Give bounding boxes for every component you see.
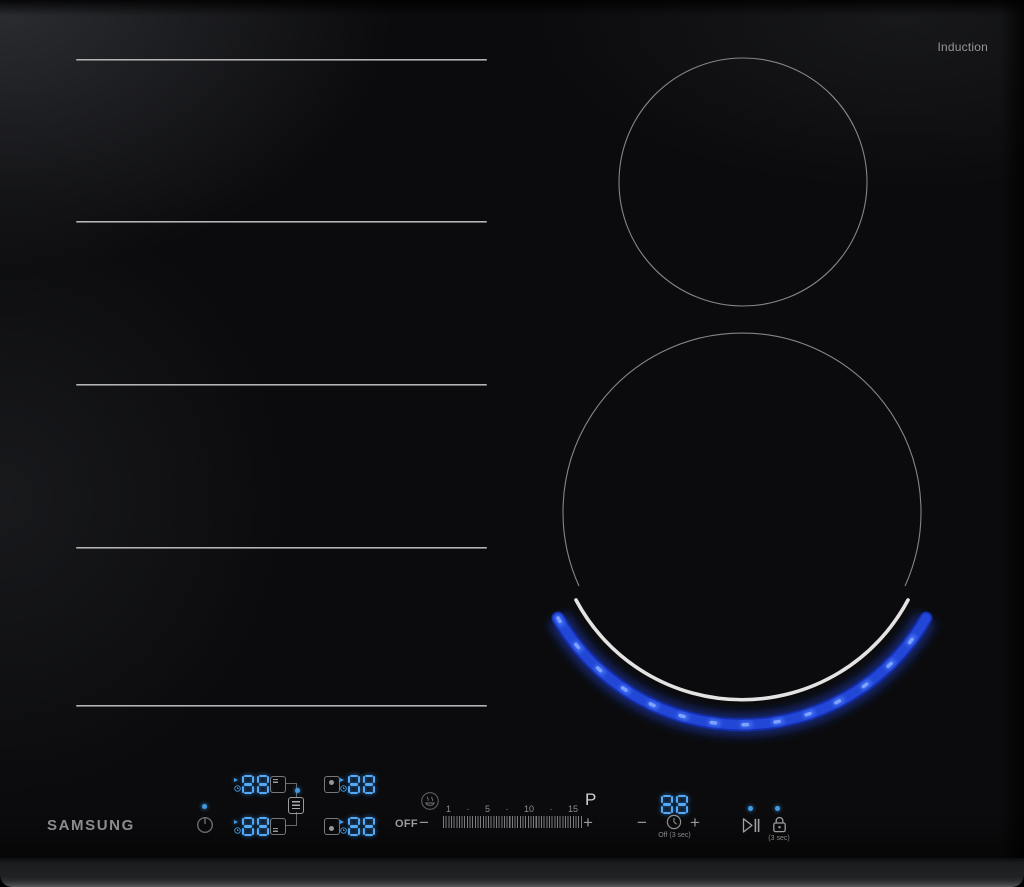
zone-position-icon-left-top [270,776,286,793]
display-indicators [234,775,240,794]
burner-select-indicator-icon [340,778,344,782]
glass-surface: Induction SAMSUNG [0,0,1024,858]
seven-segment-digit [363,817,375,836]
burner-zones-graphic [0,0,1024,858]
seven-segment-digit [257,817,269,836]
zone-position-icon-left-bottom [270,818,286,835]
timer-display [661,795,688,814]
slider-tick-label: · [505,804,508,814]
power-button[interactable] [195,814,215,834]
power-increase-button[interactable]: + [583,814,593,831]
burner-select-indicator-icon [234,820,238,824]
slider-tick-label: 5 [485,804,490,814]
zone-position-icon-right-top [324,776,340,793]
burner-display-left-top[interactable] [234,775,269,794]
timer-increase-button[interactable]: + [690,814,700,831]
burner-select-indicator-icon [340,820,344,824]
seven-segment-display [348,817,375,836]
zone-position-icon-right-bottom [324,818,340,835]
mini-timer-clock-icon [340,785,347,792]
power-decrease-button[interactable]: − [419,814,429,831]
display-indicators [340,775,346,794]
power-status-dot [202,804,207,809]
seven-segment-display [242,775,269,794]
timer-decrease-button[interactable]: − [637,814,647,831]
top-burner-ring [619,58,867,306]
samsung-logo: SAMSUNG [47,817,135,834]
seven-segment-display [242,817,269,836]
cooktop-surface: Induction SAMSUNG [0,0,1024,887]
display-indicators [340,817,346,836]
bridge-status-dot [295,788,300,793]
seven-segment-digit [242,817,254,836]
flex-bridge-icon [288,797,304,814]
slider-tick-label: · [549,804,552,814]
timer-off-hint: Off (3 sec) [648,832,701,839]
bridge-connector-line [296,812,297,826]
front-bevel [0,858,1024,887]
slider-off-label: OFF [395,818,418,830]
mini-timer-clock-icon [234,827,241,834]
seven-segment-display [661,795,688,814]
slider-tick-label: 1 [446,804,451,814]
burner-select-indicator-icon [234,778,238,782]
keep-warm-icon [420,791,440,811]
seven-segment-digit [257,775,269,794]
led-glow-arc [558,618,926,725]
mini-timer-clock-icon [340,827,347,834]
display-indicators [234,817,240,836]
timer-clock-icon[interactable] [666,814,682,830]
bridge-connector-line [286,825,297,826]
slider-tick-label: 10 [524,804,534,814]
pause-status-dot [748,806,753,811]
seven-segment-digit [661,795,673,814]
mini-timer-clock-icon [234,785,241,792]
lock-hold-hint: (3 sec) [761,835,797,842]
seven-segment-digit [348,775,360,794]
slider-tick-label: · [467,804,470,814]
power-slider-track[interactable] [443,816,582,828]
lock-status-dot [775,806,780,811]
slider-tick-label: 15 [568,804,578,814]
power-boost-button[interactable]: P [585,790,596,810]
seven-segment-digit [348,817,360,836]
pause-icon[interactable] [742,817,761,834]
lock-icon[interactable] [772,815,787,833]
bottom-burner-ring [563,333,921,586]
burner-display-right-top[interactable] [340,775,375,794]
burner-display-left-bottom[interactable] [234,817,269,836]
burner-display-right-bottom[interactable] [340,817,375,836]
seven-segment-display [348,775,375,794]
seven-segment-digit [363,775,375,794]
power-slider-scale-labels: 1 · 5 · 10 · 15 [443,804,581,814]
seven-segment-digit [242,775,254,794]
seven-segment-digit [676,795,688,814]
